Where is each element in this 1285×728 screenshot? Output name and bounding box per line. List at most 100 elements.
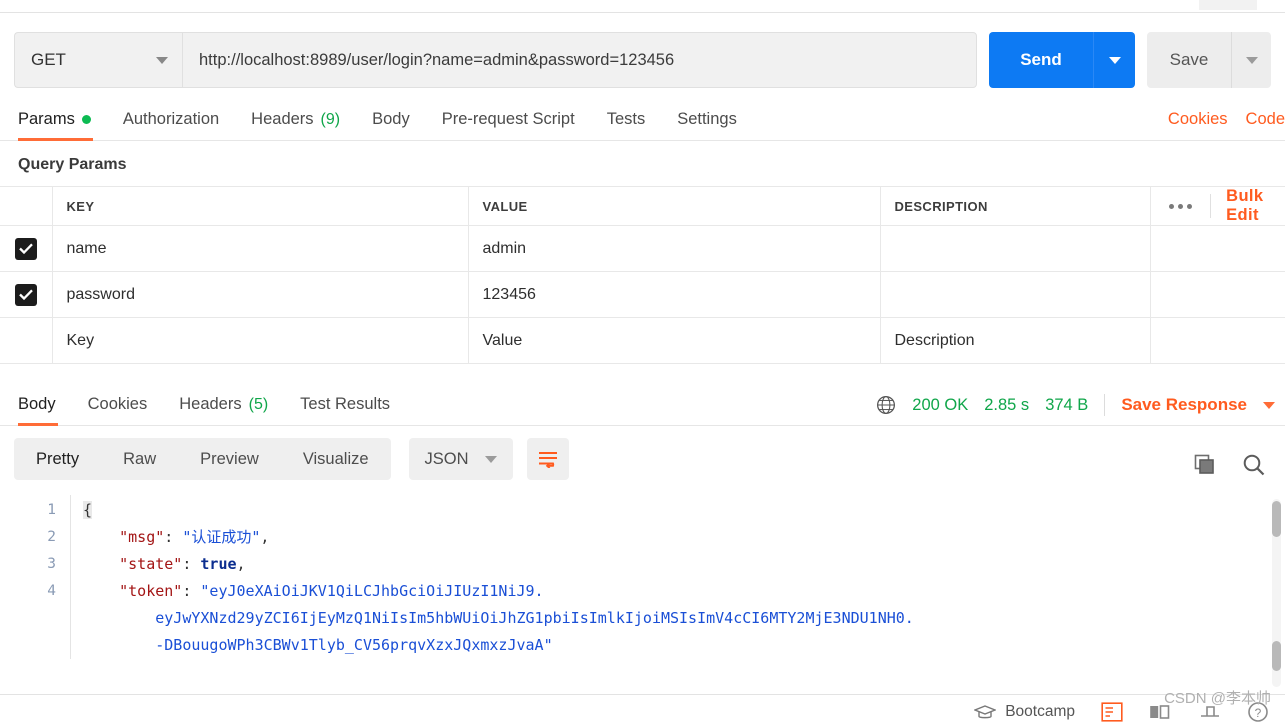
code-token: "msg" — [119, 528, 165, 546]
send-button[interactable]: Send — [989, 32, 1093, 88]
response-tab-bar: Body Cookies Headers (5) Test Results 20… — [0, 378, 1285, 426]
header-actions: Bulk Edit — [1150, 186, 1285, 226]
help-icon[interactable]: ? — [1247, 701, 1269, 723]
bootcamp-button[interactable]: Bootcamp — [974, 703, 1075, 721]
response-language-label: JSON — [424, 449, 469, 468]
tab-label: Params — [18, 110, 75, 128]
line-number — [0, 632, 56, 659]
search-icon[interactable] — [1241, 452, 1267, 478]
view-preview-button[interactable]: Preview — [178, 438, 281, 480]
tab-label: Settings — [677, 110, 737, 128]
new-param-description-placeholder[interactable]: Description — [880, 317, 1151, 364]
tab-headers[interactable]: Headers (9) — [235, 110, 356, 140]
scrollbar-thumb-secondary[interactable] — [1272, 641, 1281, 671]
code-link[interactable]: Code — [1246, 110, 1285, 129]
code-line: "state": true, — [83, 551, 1285, 578]
param-value[interactable]: 123456 — [468, 271, 881, 318]
param-key[interactable]: password — [52, 271, 469, 318]
tab-label: Body — [18, 395, 56, 413]
param-key[interactable]: name — [52, 225, 469, 272]
request-tab-links: Cookies Code — [1168, 110, 1285, 129]
response-body-scrollbar[interactable] — [1272, 499, 1281, 687]
tab-authorization[interactable]: Authorization — [107, 110, 235, 140]
tab-label: Test Results — [300, 395, 391, 413]
response-tab-headers[interactable]: Headers (5) — [163, 395, 284, 425]
param-enabled-checkbox[interactable] — [14, 283, 37, 306]
header-value: VALUE — [468, 186, 881, 226]
table-header-row: KEY VALUE DESCRIPTION Bulk Edit — [0, 186, 1285, 226]
url-input[interactable] — [182, 32, 977, 88]
word-wrap-toggle[interactable] — [526, 438, 569, 480]
view-visualize-button[interactable]: Visualize — [281, 438, 391, 480]
http-method-label: GET — [31, 50, 66, 69]
svg-text:?: ? — [1255, 706, 1262, 720]
bootcamp-label: Bootcamp — [1005, 702, 1075, 720]
code-token: { — [83, 501, 93, 519]
response-json-body[interactable]: { "msg": "认证成功", "state": true, "token":… — [70, 495, 1285, 659]
code-token: : — [182, 555, 201, 573]
globe-icon — [877, 396, 896, 414]
save-button-group: Save — [1147, 32, 1271, 88]
param-description[interactable] — [880, 271, 1151, 318]
code-token: "认证成功" — [182, 528, 261, 546]
response-tab-cookies[interactable]: Cookies — [72, 395, 164, 425]
chevron-down-icon — [1108, 56, 1121, 64]
header-description: DESCRIPTION — [880, 186, 1151, 226]
scrollbar-thumb[interactable] — [1272, 501, 1281, 537]
code-line: "msg": "认证成功", — [83, 524, 1285, 551]
code-token: "token" — [119, 582, 183, 600]
save-button[interactable]: Save — [1147, 32, 1231, 88]
new-param-value-placeholder[interactable]: Value — [468, 317, 881, 364]
line-number — [0, 605, 56, 632]
tab-strip-ghost — [1199, 0, 1257, 10]
response-tab-test-results[interactable]: Test Results — [284, 395, 406, 425]
chevron-down-icon — [156, 56, 168, 64]
query-params-table: KEY VALUE DESCRIPTION Bulk Edit name adm… — [0, 186, 1285, 364]
status-bar: Bootcamp ? — [0, 694, 1285, 728]
tab-count-badge: (9) — [320, 110, 341, 128]
save-response-button[interactable]: Save Response — [1121, 395, 1247, 415]
save-options-button[interactable] — [1231, 32, 1271, 88]
tab-body[interactable]: Body — [356, 110, 426, 140]
tab-label: Pre-request Script — [441, 110, 575, 128]
send-options-button[interactable] — [1093, 32, 1135, 88]
chevron-down-icon — [484, 455, 497, 463]
divider — [1104, 394, 1106, 416]
trash-icon[interactable] — [1199, 702, 1221, 722]
tab-settings[interactable]: Settings — [661, 110, 753, 140]
send-button-group: Send — [989, 32, 1135, 88]
console-icon[interactable] — [1101, 701, 1123, 722]
window-top-edge — [0, 0, 1285, 12]
response-tab-body[interactable]: Body — [14, 395, 72, 426]
tab-label: Body — [372, 110, 410, 128]
code-line: eyJwYXNzd29yZCI6IjEyMzQ1NiIsIm5hbWUiOiJh… — [83, 605, 1285, 632]
more-options-icon[interactable] — [1151, 203, 1210, 209]
param-enabled-checkbox[interactable] — [14, 237, 37, 260]
tab-params[interactable]: Params — [14, 110, 107, 141]
request-url-bar: GET Send Save — [0, 13, 1285, 97]
row-checkbox-cell — [0, 225, 53, 272]
tab-pre-request-script[interactable]: Pre-request Script — [426, 110, 591, 140]
chevron-down-icon — [1245, 56, 1258, 64]
param-description[interactable] — [880, 225, 1151, 272]
view-pretty-button[interactable]: Pretty — [14, 438, 101, 480]
cookies-link[interactable]: Cookies — [1168, 110, 1228, 129]
code-line: { — [83, 497, 1285, 524]
view-raw-button[interactable]: Raw — [101, 438, 178, 480]
param-value[interactable]: admin — [468, 225, 881, 272]
copy-icon[interactable] — [1193, 453, 1217, 477]
layout-icon[interactable] — [1149, 702, 1173, 722]
bulk-edit-button[interactable]: Bulk Edit — [1210, 187, 1274, 225]
http-method-select[interactable]: GET — [14, 32, 182, 88]
header-checkbox-cell — [0, 186, 53, 226]
tab-label: Authorization — [122, 110, 220, 128]
chevron-down-icon[interactable] — [1263, 401, 1275, 409]
response-language-select[interactable]: JSON — [408, 438, 513, 480]
response-size: 374 B — [1045, 395, 1089, 414]
code-token: , — [236, 555, 246, 573]
code-token: -DBouugoWPh3CBWv1Tlyb_CV56prqvXzxJQxmxzJ… — [83, 636, 553, 654]
response-status-code: 200 OK — [912, 395, 969, 414]
response-body-viewer: 1 2 3 4 { "msg": "认证成功", "state": true, "to… — [0, 494, 1285, 690]
tab-tests[interactable]: Tests — [591, 110, 662, 140]
new-param-key-placeholder[interactable]: Key — [52, 317, 469, 364]
